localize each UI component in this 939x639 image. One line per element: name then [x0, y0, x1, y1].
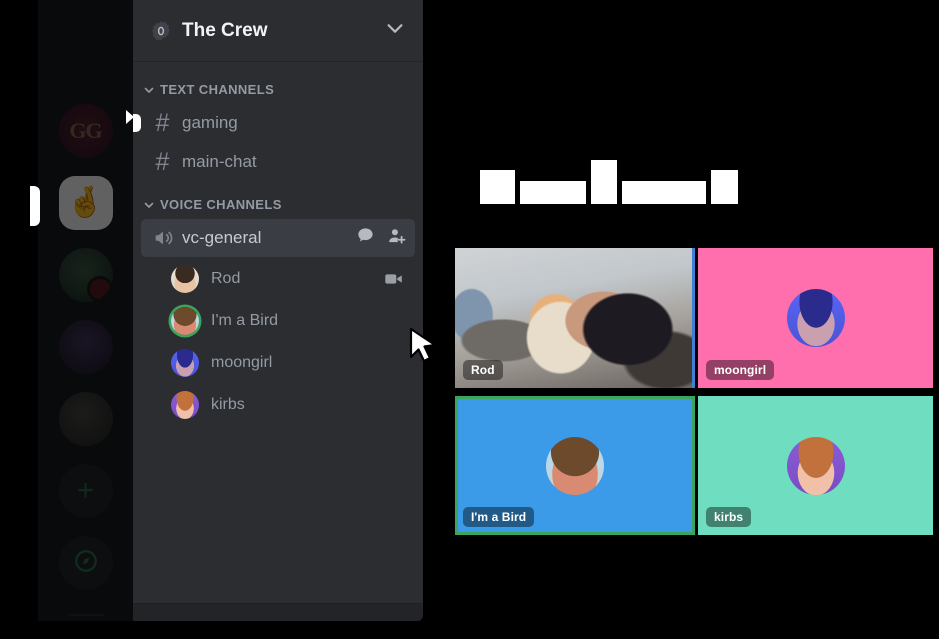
explore-servers-button[interactable]: [58, 536, 113, 590]
tile-edge-accent: [692, 248, 695, 388]
call-area: Rod moongirl I'm a Bird kirbs: [423, 0, 939, 639]
channel-actions: [356, 226, 407, 251]
avatar: [171, 307, 199, 335]
finger-heart-icon: 🤞: [66, 186, 105, 219]
chevron-down-icon[interactable]: [384, 17, 406, 44]
video-tile-im-a-bird[interactable]: I'm a Bird: [455, 396, 695, 535]
voice-member-kirbs[interactable]: kirbs: [141, 384, 415, 426]
voice-member-rod[interactable]: Rod: [141, 258, 415, 300]
channel-name: vc-general: [182, 228, 262, 247]
user-panel[interactable]: [133, 603, 423, 621]
channel-sidebar: The Crew TEXT CHANNELS # gaming # main-c…: [133, 0, 423, 621]
redacted-block: [520, 181, 586, 204]
unread-indicator: [133, 114, 141, 132]
avatar: [171, 349, 199, 377]
voice-member-name: kirbs: [211, 396, 245, 413]
avatar: [546, 436, 604, 495]
tile-nameplate: I'm a Bird: [463, 507, 535, 527]
app-window: GG 🤞 + The Crew TEXT CHANNELS # gaming #…: [0, 0, 939, 639]
server-icon-purple[interactable]: [58, 320, 113, 374]
redacted-block: [711, 170, 738, 204]
hash-icon: #: [155, 108, 170, 137]
tile-nameplate: Rod: [463, 360, 503, 380]
avatar: [786, 436, 845, 495]
add-server-button[interactable]: +: [58, 464, 113, 518]
voice-member-name: I'm a Bird: [211, 312, 279, 329]
video-tile-moongirl[interactable]: moongirl: [698, 248, 933, 388]
video-camera-icon: [383, 268, 405, 290]
channel-list: TEXT CHANNELS # gaming # main-chat VOICE…: [133, 62, 423, 426]
avatar: [171, 265, 199, 293]
channel-row-gaming[interactable]: # gaming: [133, 104, 415, 142]
category-label: TEXT CHANNELS: [160, 82, 275, 97]
category-label: VOICE CHANNELS: [160, 197, 282, 212]
chevron-down-icon: [143, 199, 155, 211]
video-tile-kirbs[interactable]: kirbs: [698, 396, 933, 535]
redacted-block: [480, 170, 515, 204]
hash-icon: #: [155, 147, 170, 176]
server-header[interactable]: The Crew: [133, 0, 423, 62]
category-text-channels[interactable]: TEXT CHANNELS: [133, 76, 423, 103]
server-icon-gg-label: GG: [69, 118, 102, 143]
redacted-block: [622, 181, 706, 204]
server-icon-green[interactable]: [58, 248, 113, 302]
chat-bubble-icon[interactable]: [356, 226, 375, 250]
server-active-indicator: [30, 186, 40, 226]
avatar: [786, 289, 845, 347]
add-person-icon[interactable]: [387, 226, 407, 251]
plus-icon: +: [76, 474, 95, 507]
server-icon-the-crew[interactable]: 🤞: [58, 176, 113, 230]
video-tile-rod[interactable]: Rod: [455, 248, 695, 388]
server-name: The Crew: [182, 19, 268, 41]
channel-name: gaming: [182, 113, 238, 132]
video-grid: Rod moongirl I'm a Bird kirbs: [455, 248, 933, 535]
server-icon-gg[interactable]: GG: [58, 104, 113, 158]
rail-divider: [67, 614, 104, 616]
voice-member-moongirl[interactable]: moongirl: [141, 342, 415, 384]
voice-member-im-a-bird[interactable]: I'm a Bird: [141, 300, 415, 342]
server-unread-caret-icon: [126, 110, 134, 124]
channel-row-vc-general[interactable]: vc-general: [141, 219, 415, 257]
verified-badge-icon: [150, 20, 172, 42]
server-icon-grey[interactable]: [58, 392, 113, 446]
tile-nameplate: kirbs: [706, 507, 752, 527]
channel-row-main-chat[interactable]: # main-chat: [141, 143, 415, 181]
redacted-block: [591, 160, 617, 204]
server-rail: GG 🤞 +: [38, 0, 133, 621]
speaker-icon: [150, 227, 175, 249]
voice-member-name: moongirl: [211, 354, 273, 371]
avatar: [171, 391, 199, 419]
voice-member-name: Rod: [211, 270, 241, 287]
category-voice-channels[interactable]: VOICE CHANNELS: [133, 191, 423, 218]
tile-nameplate: moongirl: [706, 360, 775, 380]
channel-name: main-chat: [182, 152, 257, 171]
chevron-down-icon: [143, 84, 155, 96]
redacted-title-block: [480, 160, 738, 204]
compass-icon: [73, 548, 99, 579]
